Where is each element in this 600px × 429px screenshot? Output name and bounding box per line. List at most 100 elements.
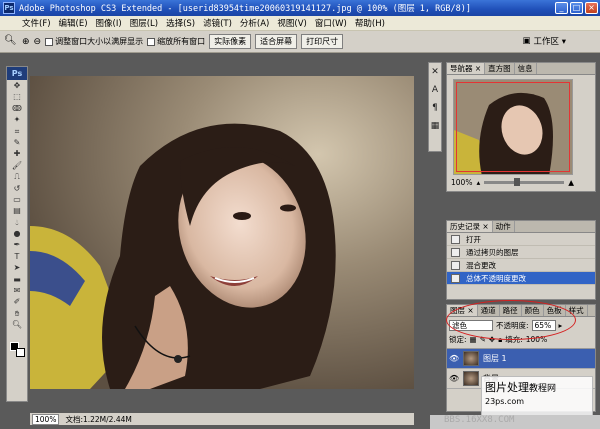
- menu-select[interactable]: 选择(S): [166, 17, 195, 29]
- site-watermark: 图片处理教程网 23ps.com: [481, 376, 593, 418]
- menu-window[interactable]: 窗口(W): [315, 17, 347, 29]
- crop-tool-icon[interactable]: ⌗: [7, 126, 27, 137]
- tab-styles[interactable]: 样式: [566, 305, 588, 316]
- opacity-arrow-icon[interactable]: ▸: [559, 321, 563, 330]
- zoom-out-icon[interactable]: ⊖: [34, 37, 42, 47]
- lock-pixels-icon[interactable]: ✎: [480, 335, 486, 344]
- dodge-tool-icon[interactable]: ●: [7, 228, 27, 239]
- history-brush-tool-icon[interactable]: ↺: [7, 183, 27, 194]
- paragraph-icon[interactable]: ¶: [429, 99, 441, 117]
- tab-navigator[interactable]: 导航器 ×: [447, 63, 486, 74]
- status-doc-size[interactable]: 文档:1.22M/2.44M: [65, 414, 131, 425]
- shape-tool-icon[interactable]: ▬: [7, 274, 27, 285]
- menu-layer[interactable]: 图层(L): [130, 17, 158, 29]
- hand-tool-icon[interactable]: ✋︎: [7, 308, 27, 319]
- eraser-tool-icon[interactable]: ▭: [7, 194, 27, 205]
- layer-row-selected[interactable]: 👁︎ 图层 1: [447, 349, 595, 369]
- magic-wand-tool-icon[interactable]: ✦: [7, 114, 27, 125]
- zoom-out-small-icon[interactable]: ▴: [476, 178, 480, 187]
- navigator-panel: 导航器 × 直方图 信息 100% ▴ ▲: [446, 62, 596, 192]
- tab-swatches[interactable]: 色板: [544, 305, 566, 316]
- menu-view[interactable]: 视图(V): [277, 17, 306, 29]
- navigator-zoom-slider[interactable]: [484, 178, 565, 186]
- blend-mode-select[interactable]: 滤色: [449, 320, 493, 331]
- character-icon[interactable]: A: [429, 81, 441, 99]
- brush-tool-icon[interactable]: 🖌︎: [7, 160, 27, 171]
- history-item-selected[interactable]: 总体不透明度更改: [447, 272, 595, 285]
- lock-row: 锁定: ▦ ✎ ✥ 🔒︎ 填充: 100%: [447, 334, 595, 349]
- blend-row: 滤色 不透明度: 65% ▸: [447, 317, 595, 334]
- history-item[interactable]: 通过拷贝的图层: [447, 246, 595, 259]
- type-tool-icon[interactable]: T: [7, 251, 27, 262]
- zoom-in-large-icon[interactable]: ▲: [568, 178, 574, 187]
- navigator-footer: 100% ▴ ▲: [451, 178, 574, 187]
- opacity-input[interactable]: 65%: [531, 320, 556, 331]
- background-color-swatch[interactable]: [16, 348, 25, 357]
- fill-value[interactable]: 100%: [526, 335, 547, 344]
- navigator-view-box[interactable]: [456, 82, 570, 172]
- status-zoom-field[interactable]: 100%: [32, 413, 60, 425]
- zoom-tool-icon[interactable]: 🔍︎: [4, 35, 18, 49]
- pen-tool-icon[interactable]: ✒: [7, 239, 27, 250]
- zoom-in-icon[interactable]: ⊕: [22, 37, 30, 47]
- panel-dock-strip: ✕ A ¶ ▦: [428, 62, 442, 152]
- document-canvas[interactable]: [30, 76, 414, 389]
- tab-paths[interactable]: 路径: [500, 305, 522, 316]
- healing-tool-icon[interactable]: ✚: [7, 148, 27, 159]
- tools-preset-icon[interactable]: ✕: [429, 63, 441, 81]
- history-item[interactable]: 打开: [447, 233, 595, 246]
- options-bar: 🔍︎ ⊕ ⊖ 调整窗口大小以满屏显示 缩放所有窗口 实际像素 适合屏幕 打印尺寸: [0, 31, 600, 53]
- tab-actions[interactable]: 动作: [493, 221, 515, 232]
- history-step-icon: [451, 273, 460, 283]
- blur-tool-icon[interactable]: 💧︎: [7, 217, 27, 228]
- tab-channels[interactable]: 通道: [478, 305, 500, 316]
- minimize-button[interactable]: _: [555, 2, 568, 14]
- fit-screen-button[interactable]: 适合屏幕: [255, 34, 298, 49]
- tab-info[interactable]: 信息: [515, 63, 537, 74]
- layer-thumbnail: [463, 351, 479, 366]
- menu-file[interactable]: 文件(F): [22, 17, 51, 29]
- actual-pixels-button[interactable]: 实际像素: [209, 34, 252, 49]
- close-button[interactable]: ×: [585, 2, 598, 14]
- lock-position-icon[interactable]: ✥: [489, 335, 495, 344]
- resize-windows-option[interactable]: 调整窗口大小以满屏显示: [45, 36, 143, 47]
- move-tool-icon[interactable]: ✥: [7, 80, 27, 91]
- maximize-button[interactable]: □: [570, 2, 583, 14]
- menu-image[interactable]: 图像(I): [96, 17, 122, 29]
- menu-help[interactable]: 帮助(H): [355, 17, 385, 29]
- print-size-button[interactable]: 打印尺寸: [301, 34, 344, 49]
- layer-name[interactable]: 图层 1: [483, 353, 507, 364]
- title-bar: Ps Adobe Photoshop CS3 Extended - [useri…: [0, 0, 600, 16]
- navigator-zoom[interactable]: 100%: [451, 178, 472, 187]
- lock-transparent-icon[interactable]: ▦: [470, 335, 477, 344]
- menu-analysis[interactable]: 分析(A): [240, 17, 269, 29]
- eye-icon[interactable]: 👁︎: [449, 374, 459, 384]
- notes-tool-icon[interactable]: ✉: [7, 285, 27, 296]
- tab-histogram[interactable]: 直方图: [485, 63, 515, 74]
- tab-layers[interactable]: 图层 ×: [447, 305, 478, 316]
- zoom-tool-icon[interactable]: 🔍︎: [7, 319, 27, 330]
- history-tabs: 历史记录 × 动作: [447, 221, 595, 233]
- slice-tool-icon[interactable]: ✎: [7, 137, 27, 148]
- workspace-menu[interactable]: ▣ 工作区 ▾: [522, 35, 566, 47]
- history-item[interactable]: 混合更改: [447, 259, 595, 272]
- menu-filter[interactable]: 滤镜(T): [203, 17, 232, 29]
- gradient-tool-icon[interactable]: ▤: [7, 205, 27, 216]
- marquee-tool-icon[interactable]: ⬚: [7, 91, 27, 102]
- clone-stamp-tool-icon[interactable]: ⎍: [7, 171, 27, 182]
- eyedropper-tool-icon[interactable]: ✐: [7, 296, 27, 307]
- tab-color[interactable]: 颜色: [522, 305, 544, 316]
- tab-history[interactable]: 历史记录 ×: [447, 221, 493, 232]
- portrait-photo: [30, 76, 414, 389]
- layer-comps-icon[interactable]: ▦: [429, 117, 441, 135]
- eye-icon[interactable]: 👁︎: [449, 354, 459, 364]
- zoom-slider-knob[interactable]: [514, 178, 521, 186]
- lasso-tool-icon[interactable]: ↂ: [7, 103, 27, 114]
- lock-all-icon[interactable]: 🔒︎: [498, 335, 502, 345]
- path-select-tool-icon[interactable]: ➤: [7, 262, 27, 273]
- resize-windows-checkbox[interactable]: [45, 37, 54, 46]
- menu-edit[interactable]: 编辑(E): [59, 17, 88, 29]
- zoom-all-checkbox[interactable]: [147, 37, 156, 46]
- zoom-all-option[interactable]: 缩放所有窗口: [147, 36, 205, 47]
- navigator-thumbnail[interactable]: [453, 79, 573, 175]
